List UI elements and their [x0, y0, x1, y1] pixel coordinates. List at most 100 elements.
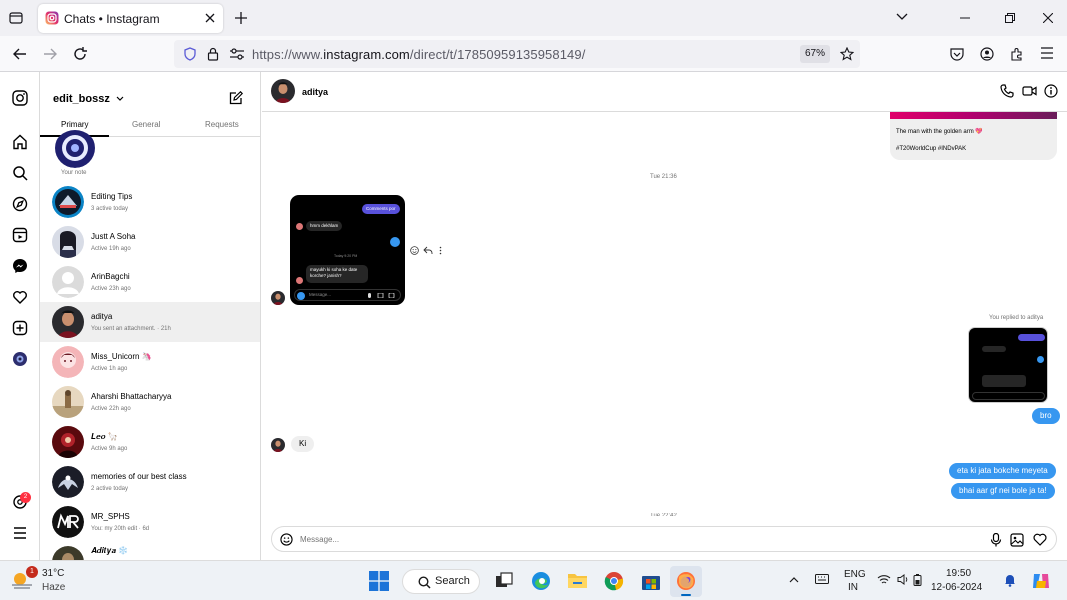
menu-icon[interactable] — [1040, 47, 1054, 59]
conversation-item[interactable]: ArinBagchi Active 23h ago — [40, 262, 260, 302]
firefox-taskbar-active[interactable] — [670, 566, 702, 597]
back-icon[interactable] — [13, 47, 27, 61]
add-photo-icon[interactable] — [1010, 533, 1024, 547]
sender-avatar — [271, 291, 285, 305]
conversation-info-icon[interactable] — [1044, 84, 1058, 98]
conversation-name: Editing Tips — [91, 192, 133, 201]
zoom-level[interactable]: 67% — [800, 45, 830, 63]
message-sent[interactable]: bro — [1032, 408, 1060, 424]
task-view-icon[interactable] — [495, 572, 513, 590]
account-icon[interactable] — [980, 47, 994, 61]
message-input[interactable] — [300, 532, 900, 547]
tab-list-icon[interactable] — [9, 11, 23, 25]
message-composer — [271, 526, 1057, 552]
url-prefix: https://www. — [252, 47, 324, 62]
message-sent[interactable]: bhai aar gf nei bole ja ta! — [951, 483, 1055, 499]
minimize-icon[interactable] — [960, 17, 970, 19]
instagram-logo-icon[interactable] — [12, 90, 28, 106]
conversation-name: aditya — [91, 312, 113, 321]
keyboard-icon[interactable] — [815, 574, 829, 584]
voice-clip-icon[interactable] — [990, 533, 1002, 547]
received-screenshot-image[interactable]: Comments por hmm dekhlam Today 9:20 PM m… — [290, 195, 405, 305]
weather-temp[interactable]: 31°C — [42, 568, 64, 579]
conversation-item[interactable]: 𝑳𝒆𝒐 🦙 Active 9h ago — [40, 422, 260, 462]
url-bar[interactable]: https://www.instagram.com/direct/t/17850… — [174, 40, 860, 68]
show-hidden-icons-icon[interactable] — [789, 576, 799, 583]
extensions-icon[interactable] — [1010, 47, 1024, 61]
conversation-item[interactable]: Justt A Soha Active 19h ago — [40, 222, 260, 262]
like-heart-icon[interactable] — [1033, 533, 1047, 546]
tracking-shield-icon[interactable] — [184, 47, 196, 61]
tab-requests[interactable]: Requests — [205, 120, 239, 129]
pocket-icon[interactable] — [950, 47, 964, 61]
conversation-item[interactable]: Editing Tips 3 active today — [40, 182, 260, 222]
edge-icon[interactable] — [531, 571, 551, 591]
create-icon[interactable] — [12, 320, 28, 336]
tab-primary[interactable]: Primary — [61, 120, 89, 129]
voice-call-icon[interactable] — [1000, 84, 1014, 98]
sent-reply-screenshot[interactable] — [968, 327, 1048, 403]
notification-bell-icon[interactable] — [1004, 573, 1016, 587]
contact-name[interactable]: aditya — [302, 87, 328, 97]
explore-icon[interactable] — [12, 196, 28, 212]
reload-icon[interactable] — [73, 47, 87, 61]
shared-post-card[interactable]: The man with the golden arm 💖 #T20WorldC… — [890, 112, 1057, 160]
message-received[interactable]: Ki — [291, 436, 315, 452]
close-tab-icon[interactable] — [205, 13, 215, 23]
conversation-item-selected[interactable]: aditya You sent an attachment. · 21h — [40, 302, 260, 342]
video-call-icon[interactable] — [1022, 84, 1037, 98]
new-tab-icon[interactable] — [235, 12, 247, 24]
forward-icon[interactable] — [43, 47, 57, 61]
new-message-icon[interactable] — [229, 91, 243, 105]
notifications-heart-icon[interactable] — [12, 289, 28, 305]
lock-icon[interactable] — [207, 47, 219, 61]
message-sent[interactable]: eta ki jata bokche meyeta — [949, 463, 1056, 479]
volume-icon[interactable] — [897, 574, 909, 585]
conversation-item[interactable]: 𝑨𝒅𝒊𝒕𝒚𝒂 ❄️ — [40, 542, 260, 560]
screenshot-msg-2: mayukh ki soha ke date korche? janish? — [306, 265, 368, 283]
clock-time[interactable]: 19:50 — [946, 568, 971, 579]
conversation-name: ArinBagchi — [91, 272, 130, 281]
permissions-icon[interactable] — [230, 48, 244, 60]
account-username[interactable]: edit_bossz — [53, 93, 124, 105]
windows-start-icon[interactable] — [369, 571, 389, 591]
emoji-picker-icon[interactable] — [280, 533, 293, 546]
reply-thumb-dot — [1037, 356, 1044, 363]
avatar — [52, 546, 84, 560]
browser-tab-instagram[interactable]: Chats • Instagram — [38, 4, 223, 33]
conversation-item[interactable]: Miss_Unicorn 🦄 Active 1h ago — [40, 342, 260, 382]
timestamp: Tue 21:36 — [650, 174, 677, 180]
conversation-status: Active 19h ago — [91, 246, 131, 252]
taskbar-search[interactable]: Search — [402, 569, 480, 594]
messenger-icon[interactable] — [12, 258, 28, 274]
reels-icon[interactable] — [12, 227, 28, 243]
wifi-icon[interactable] — [877, 574, 891, 585]
reply-label: You replied to aditya — [989, 315, 1044, 321]
conversation-status: You sent an attachment. · 21h — [91, 326, 171, 332]
tab-general[interactable]: General — [132, 120, 160, 129]
close-window-icon[interactable] — [1043, 13, 1053, 23]
your-note-avatar[interactable] — [54, 130, 96, 168]
restore-icon[interactable] — [1005, 13, 1015, 23]
battery-icon[interactable] — [913, 574, 922, 586]
conversation-item[interactable]: Aharshi Bhattacharyya Active 22h ago — [40, 382, 260, 422]
language-primary[interactable]: ENG — [844, 569, 866, 580]
bookmark-star-icon[interactable] — [840, 47, 854, 61]
file-explorer-icon[interactable] — [567, 571, 588, 590]
conversation-item[interactable]: memories of our best class 2 active toda… — [40, 462, 260, 502]
contact-avatar[interactable] — [271, 79, 295, 103]
home-icon[interactable] — [12, 134, 28, 150]
conversation-item[interactable]: MR_SPHS You: my 20th edit · 6d — [40, 502, 260, 542]
profile-avatar-icon[interactable] — [12, 351, 28, 367]
more-options-icon[interactable] — [439, 246, 442, 255]
reply-icon[interactable] — [423, 246, 433, 255]
microsoft-store-icon[interactable] — [641, 571, 661, 591]
inbox-panel: edit_bossz Primary General Requests Your… — [40, 72, 261, 560]
react-emoji-icon[interactable] — [410, 246, 419, 255]
more-menu-icon[interactable] — [12, 525, 28, 541]
chrome-icon[interactable] — [604, 571, 624, 591]
list-all-tabs-icon[interactable] — [896, 13, 908, 21]
conversation-status: Active 1h ago — [91, 366, 128, 372]
copilot-icon[interactable] — [1030, 570, 1052, 592]
search-icon[interactable] — [12, 165, 28, 181]
